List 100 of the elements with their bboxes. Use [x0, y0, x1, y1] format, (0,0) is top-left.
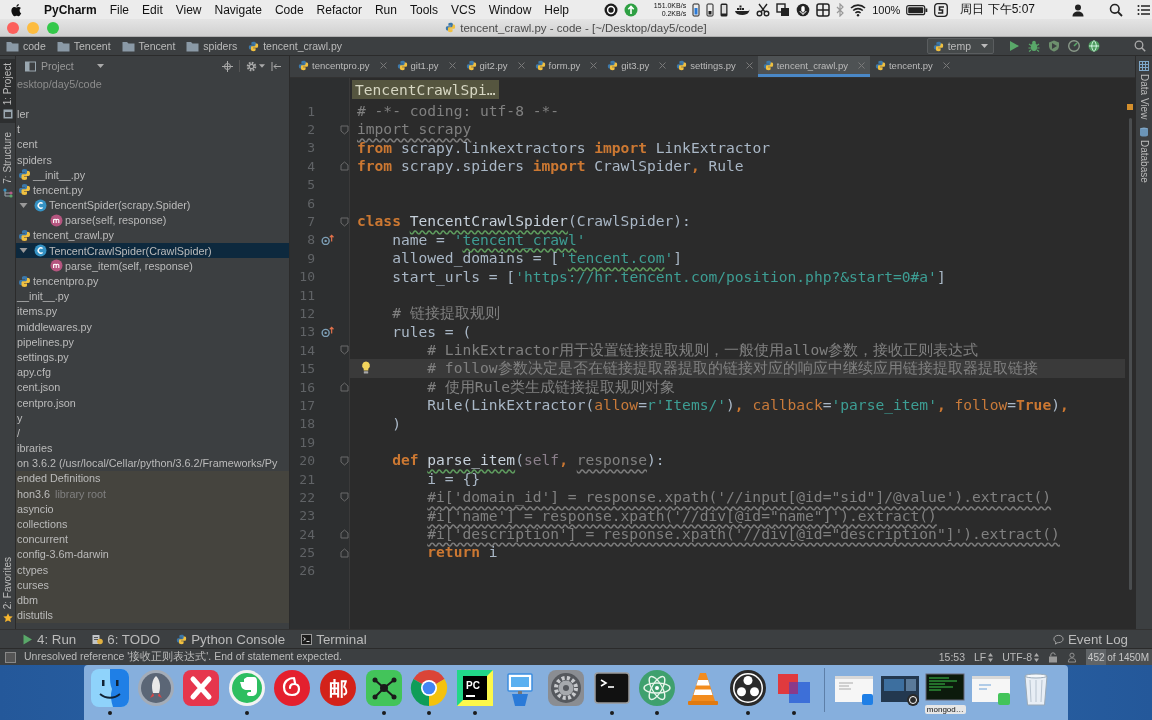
breadcrumb-item[interactable]: spiders	[186, 40, 238, 52]
tree-item[interactable]: TencentSpider(scrapy.Spider)	[16, 197, 289, 213]
tree-item[interactable]: centpro.json	[16, 394, 289, 411]
caret-position[interactable]: 15:53	[938, 651, 965, 663]
bug-icon[interactable]	[1028, 40, 1040, 52]
tree-item[interactable]: pipelines.py	[16, 334, 289, 350]
line-separator-selector[interactable]: LF	[974, 651, 994, 663]
warning-marker-icon[interactable]	[1127, 104, 1133, 110]
tool-window-tab[interactable]: 7: Structure	[0, 128, 15, 202]
tool-window-tab[interactable]: Database	[1138, 127, 1150, 184]
tool-window-button[interactable]: 4: Run	[22, 631, 77, 647]
editor-tab[interactable]: tencentpro.py	[293, 56, 392, 77]
tree-item[interactable]: __init__.py	[16, 288, 289, 304]
lock-icon[interactable]	[1048, 651, 1058, 663]
upload-icon[interactable]	[624, 2, 639, 17]
close-button[interactable]	[7, 21, 19, 34]
fold-marker-icon[interactable]	[340, 547, 349, 558]
tree-item[interactable]: tencent.py	[16, 182, 289, 198]
close-icon[interactable]	[379, 61, 387, 69]
view-selector[interactable]: Project	[25, 60, 104, 72]
breadcrumb-item[interactable]: code	[6, 40, 46, 52]
copy-icon[interactable]	[776, 2, 791, 17]
breadcrumb-item[interactable]: Tencent	[56, 40, 111, 52]
run-config-selector[interactable]: temp	[926, 38, 994, 54]
squiggle-tile-icon[interactable]	[934, 2, 949, 17]
expand-arrow-icon[interactable]	[19, 246, 28, 256]
tree-item[interactable]: __init__.py	[16, 167, 289, 183]
tool-window-button[interactable]: 6: TODO	[92, 631, 161, 647]
fold-marker-icon[interactable]	[340, 529, 349, 540]
menu-item[interactable]: Tools	[409, 2, 438, 17]
atom-app-icon[interactable]	[637, 668, 678, 708]
close-icon[interactable]	[659, 61, 667, 69]
tree-item[interactable]: /	[16, 425, 289, 441]
menu-item[interactable]: Navigate	[214, 2, 262, 17]
tree-item[interactable]: cent.json	[16, 379, 289, 395]
shield-icon[interactable]	[1048, 40, 1060, 52]
caret-icon[interactable]	[259, 64, 265, 68]
bluetooth-icon[interactable]	[836, 2, 845, 17]
scissors-icon[interactable]	[756, 2, 771, 17]
editor-tab[interactable]: git1.py	[391, 56, 461, 77]
search-icon[interactable]	[1109, 2, 1123, 17]
tree-item[interactable]: ler	[16, 106, 289, 122]
ring-icon[interactable]	[604, 2, 619, 17]
fold-marker-icon[interactable]	[340, 382, 349, 393]
wifi-icon[interactable]	[850, 2, 867, 17]
tree-item[interactable]: hon3.6 library root	[16, 486, 289, 502]
tool-window-tab[interactable]: Data View	[1138, 61, 1150, 120]
close-icon[interactable]	[448, 61, 456, 69]
node-graph-app-icon[interactable]	[363, 668, 404, 708]
fold-marker-icon[interactable]	[340, 345, 349, 356]
tool-window-tab[interactable]: 1: Project	[0, 59, 15, 124]
person-icon[interactable]	[1067, 651, 1077, 663]
apple-logo-icon[interactable]	[10, 2, 22, 17]
tree-item[interactable]: y	[16, 410, 289, 426]
editor-tab[interactable]: form.py	[529, 56, 603, 77]
close-icon[interactable]	[590, 61, 598, 69]
tree-item[interactable]: apy.cfg	[16, 364, 289, 380]
mail-app-icon[interactable]: 邮	[317, 668, 358, 708]
tree-item[interactable]: tencent_crawl.py	[16, 227, 289, 244]
menu-item[interactable]: Code	[274, 2, 304, 17]
phone-icon[interactable]	[720, 2, 729, 17]
editor-tab[interactable]: settings.py	[671, 56, 758, 77]
tree-item[interactable]: ctypes	[16, 562, 289, 578]
tool-window-tab[interactable]: 2: Favorites	[0, 552, 15, 629]
globe-icon[interactable]	[1088, 40, 1100, 52]
rocket-app-icon[interactable]	[135, 668, 176, 708]
play-icon[interactable]	[1008, 40, 1020, 52]
tree-item[interactable]: TencentCrawlSpider(CrawlSpider)	[16, 243, 289, 259]
tree-item[interactable]: cent	[16, 136, 289, 152]
menu-item[interactable]: VCS	[450, 2, 476, 17]
user-icon[interactable]	[1071, 2, 1085, 17]
tree-item[interactable]: asyncio	[16, 501, 289, 517]
microphone-icon[interactable]	[796, 2, 811, 17]
editor-tab[interactable]: tencent.py	[870, 56, 955, 77]
close-icon[interactable]	[745, 61, 753, 69]
fold-marker-icon[interactable]	[340, 455, 349, 466]
menu-item[interactable]: Refactor	[316, 2, 362, 17]
app-menu[interactable]: PyCharm	[44, 2, 97, 17]
close-icon[interactable]	[942, 61, 950, 69]
face-app-icon[interactable]	[90, 668, 130, 708]
menu-item[interactable]: File	[109, 2, 130, 17]
fold-marker-icon[interactable]	[340, 124, 349, 135]
collapse-icon[interactable]	[271, 60, 282, 72]
fold-marker-icon[interactable]	[340, 161, 349, 172]
tree-item[interactable]: parse(self, response)	[16, 212, 289, 228]
tree-item[interactable]: spiders	[16, 151, 289, 168]
tree-item[interactable]: tencentpro.py	[16, 273, 289, 289]
encoding-selector[interactable]: UTF-8	[1002, 651, 1039, 663]
grid-icon[interactable]	[816, 2, 831, 17]
gear-app-icon[interactable]	[545, 668, 586, 708]
fold-marker-icon[interactable]	[340, 216, 349, 227]
ring-app-icon[interactable]	[728, 668, 769, 708]
event-log-button[interactable]: Event Log	[1052, 631, 1128, 647]
tree-item[interactable]: settings.py	[16, 349, 289, 365]
scrollbar[interactable]	[1129, 118, 1132, 590]
tree-item[interactable]: esktop/day5/code	[16, 76, 289, 92]
tree-item[interactable]: t	[16, 121, 289, 137]
breadcrumb-item[interactable]: tencent_crawl.py	[248, 40, 342, 52]
override-marker-icon[interactable]	[320, 233, 334, 246]
menu-item[interactable]: Window	[488, 2, 532, 17]
